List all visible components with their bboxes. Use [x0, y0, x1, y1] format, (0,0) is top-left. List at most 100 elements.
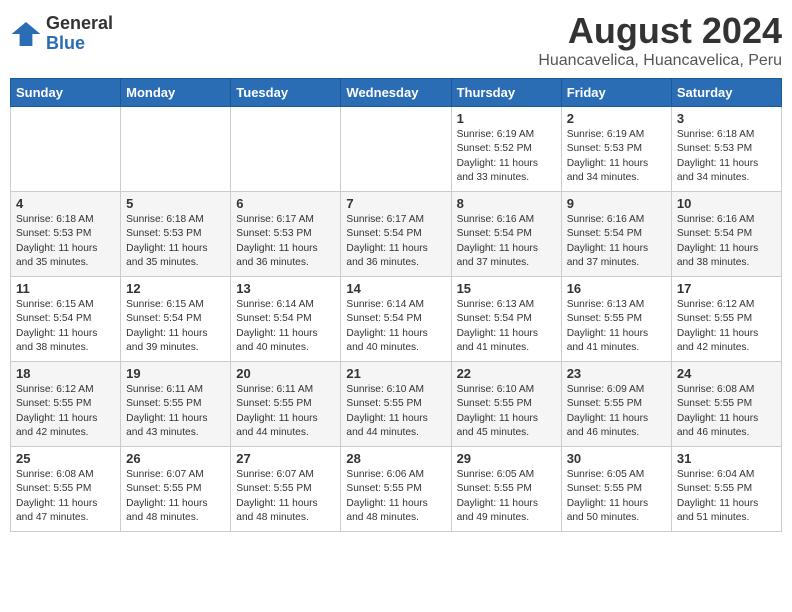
cell-content: Sunrise: 6:16 AM Sunset: 5:54 PM Dayligh…: [457, 213, 556, 270]
calendar-cell: [11, 107, 121, 192]
calendar-cell: [231, 107, 341, 192]
cell-content: Sunrise: 6:19 AM Sunset: 5:53 PM Dayligh…: [567, 128, 666, 185]
month-year-title: August 2024: [538, 10, 782, 52]
day-number: 13: [236, 281, 335, 296]
cell-content: Sunrise: 6:09 AM Sunset: 5:55 PM Dayligh…: [567, 383, 666, 440]
location-subtitle: Huancavelica, Huancavelica, Peru: [538, 52, 782, 70]
day-number: 29: [457, 451, 556, 466]
day-number: 22: [457, 366, 556, 381]
logo-text: General Blue: [46, 14, 113, 54]
calendar-cell: 10 Sunrise: 6:16 AM Sunset: 5:54 PM Dayli…: [671, 192, 781, 277]
calendar-cell: 24 Sunrise: 6:08 AM Sunset: 5:55 PM Dayli…: [671, 362, 781, 447]
calendar-cell: 7 Sunrise: 6:17 AM Sunset: 5:54 PM Daylig…: [341, 192, 451, 277]
day-number: 10: [677, 196, 776, 211]
calendar-cell: [341, 107, 451, 192]
title-area: August 2024 Huancavelica, Huancavelica, …: [538, 10, 782, 70]
cell-content: Sunrise: 6:12 AM Sunset: 5:55 PM Dayligh…: [677, 298, 776, 355]
logo-icon: [10, 18, 42, 50]
cell-content: Sunrise: 6:08 AM Sunset: 5:55 PM Dayligh…: [16, 468, 115, 525]
calendar-cell: 13 Sunrise: 6:14 AM Sunset: 5:54 PM Dayli…: [231, 277, 341, 362]
calendar-table: SundayMondayTuesdayWednesdayThursdayFrid…: [10, 78, 782, 532]
header-tuesday: Tuesday: [231, 79, 341, 107]
calendar-cell: 19Sunrise: 6:11 AM Sunset: 5:55 PM Dayli…: [121, 362, 231, 447]
calendar-cell: 16Sunrise: 6:13 AM Sunset: 5:55 PM Dayli…: [561, 277, 671, 362]
day-number: 18: [16, 366, 115, 381]
calendar-cell: 20Sunrise: 6:11 AM Sunset: 5:55 PM Dayli…: [231, 362, 341, 447]
calendar-cell: 27 Sunrise: 6:07 AM Sunset: 5:55 PM Dayli…: [231, 447, 341, 532]
header-monday: Monday: [121, 79, 231, 107]
calendar-cell: 28 Sunrise: 6:06 AM Sunset: 5:55 PM Dayli…: [341, 447, 451, 532]
day-number: 16: [567, 281, 666, 296]
calendar-cell: 6 Sunrise: 6:17 AM Sunset: 5:53 PM Daylig…: [231, 192, 341, 277]
day-number: 3: [677, 111, 776, 126]
day-number: 5: [126, 196, 225, 211]
calendar-cell: 26 Sunrise: 6:07 AM Sunset: 5:55 PM Dayli…: [121, 447, 231, 532]
day-number: 15: [457, 281, 556, 296]
cell-content: Sunrise: 6:06 AM Sunset: 5:55 PM Dayligh…: [346, 468, 445, 525]
calendar-cell: 11 Sunrise: 6:15 AM Sunset: 5:54 PM Dayli…: [11, 277, 121, 362]
day-number: 4: [16, 196, 115, 211]
cell-content: Sunrise: 6:05 AM Sunset: 5:55 PM Dayligh…: [567, 468, 666, 525]
cell-content: Sunrise: 6:13 AM Sunset: 5:54 PM Dayligh…: [457, 298, 556, 355]
header-row: SundayMondayTuesdayWednesdayThursdayFrid…: [11, 79, 782, 107]
day-number: 1: [457, 111, 556, 126]
calendar-cell: [121, 107, 231, 192]
day-number: 23: [567, 366, 666, 381]
calendar-cell: 15 Sunrise: 6:13 AM Sunset: 5:54 PM Dayli…: [451, 277, 561, 362]
cell-content: Sunrise: 6:16 AM Sunset: 5:54 PM Dayligh…: [567, 213, 666, 270]
cell-content: Sunrise: 6:08 AM Sunset: 5:55 PM Dayligh…: [677, 383, 776, 440]
calendar-header: SundayMondayTuesdayWednesdayThursdayFrid…: [11, 79, 782, 107]
header-friday: Friday: [561, 79, 671, 107]
week-row-1: 1 Sunrise: 6:19 AM Sunset: 5:52 PM Daylig…: [11, 107, 782, 192]
day-number: 26: [126, 451, 225, 466]
day-number: 24: [677, 366, 776, 381]
calendar-cell: 9 Sunrise: 6:16 AM Sunset: 5:54 PM Daylig…: [561, 192, 671, 277]
calendar-cell: 8 Sunrise: 6:16 AM Sunset: 5:54 PM Daylig…: [451, 192, 561, 277]
cell-content: Sunrise: 6:17 AM Sunset: 5:53 PM Dayligh…: [236, 213, 335, 270]
day-number: 28: [346, 451, 445, 466]
calendar-cell: 2 Sunrise: 6:19 AM Sunset: 5:53 PM Daylig…: [561, 107, 671, 192]
cell-content: Sunrise: 6:10 AM Sunset: 5:55 PM Dayligh…: [457, 383, 556, 440]
week-row-5: 25Sunrise: 6:08 AM Sunset: 5:55 PM Dayli…: [11, 447, 782, 532]
calendar-cell: 29 Sunrise: 6:05 AM Sunset: 5:55 PM Dayli…: [451, 447, 561, 532]
calendar-cell: 18 Sunrise: 6:12 AM Sunset: 5:55 PM Dayli…: [11, 362, 121, 447]
cell-content: Sunrise: 6:16 AM Sunset: 5:54 PM Dayligh…: [677, 213, 776, 270]
calendar-cell: 25Sunrise: 6:08 AM Sunset: 5:55 PM Dayli…: [11, 447, 121, 532]
cell-content: Sunrise: 6:10 AM Sunset: 5:55 PM Dayligh…: [346, 383, 445, 440]
cell-content: Sunrise: 6:19 AM Sunset: 5:52 PM Dayligh…: [457, 128, 556, 185]
day-number: 14: [346, 281, 445, 296]
cell-content: Sunrise: 6:14 AM Sunset: 5:54 PM Dayligh…: [236, 298, 335, 355]
cell-content: Sunrise: 6:07 AM Sunset: 5:55 PM Dayligh…: [236, 468, 335, 525]
calendar-cell: 21 Sunrise: 6:10 AM Sunset: 5:55 PM Dayli…: [341, 362, 451, 447]
cell-content: Sunrise: 6:07 AM Sunset: 5:55 PM Dayligh…: [126, 468, 225, 525]
day-number: 31: [677, 451, 776, 466]
day-number: 2: [567, 111, 666, 126]
day-number: 9: [567, 196, 666, 211]
cell-content: Sunrise: 6:15 AM Sunset: 5:54 PM Dayligh…: [16, 298, 115, 355]
day-number: 6: [236, 196, 335, 211]
day-number: 11: [16, 281, 115, 296]
header: General Blue August 2024 Huancavelica, H…: [10, 10, 782, 70]
cell-content: Sunrise: 6:18 AM Sunset: 5:53 PM Dayligh…: [126, 213, 225, 270]
logo[interactable]: General Blue: [10, 14, 113, 54]
day-number: 12: [126, 281, 225, 296]
calendar-cell: 5 Sunrise: 6:18 AM Sunset: 5:53 PM Daylig…: [121, 192, 231, 277]
cell-content: Sunrise: 6:17 AM Sunset: 5:54 PM Dayligh…: [346, 213, 445, 270]
day-number: 7: [346, 196, 445, 211]
header-saturday: Saturday: [671, 79, 781, 107]
calendar-cell: 31Sunrise: 6:04 AM Sunset: 5:55 PM Dayli…: [671, 447, 781, 532]
day-number: 19: [126, 366, 225, 381]
header-thursday: Thursday: [451, 79, 561, 107]
day-number: 27: [236, 451, 335, 466]
cell-content: Sunrise: 6:12 AM Sunset: 5:55 PM Dayligh…: [16, 383, 115, 440]
calendar-cell: 14Sunrise: 6:14 AM Sunset: 5:54 PM Dayli…: [341, 277, 451, 362]
cell-content: Sunrise: 6:11 AM Sunset: 5:55 PM Dayligh…: [236, 383, 335, 440]
day-number: 17: [677, 281, 776, 296]
cell-content: Sunrise: 6:05 AM Sunset: 5:55 PM Dayligh…: [457, 468, 556, 525]
day-number: 8: [457, 196, 556, 211]
day-number: 21: [346, 366, 445, 381]
calendar-cell: 3Sunrise: 6:18 AM Sunset: 5:53 PM Daylig…: [671, 107, 781, 192]
calendar-cell: 1 Sunrise: 6:19 AM Sunset: 5:52 PM Daylig…: [451, 107, 561, 192]
calendar-cell: 22 Sunrise: 6:10 AM Sunset: 5:55 PM Dayli…: [451, 362, 561, 447]
logo-blue-text: Blue: [46, 34, 113, 54]
